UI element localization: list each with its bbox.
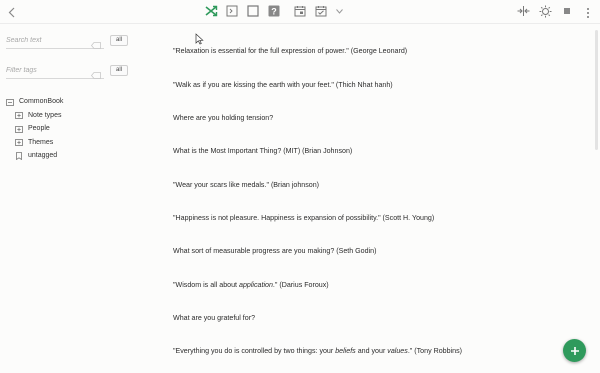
note-item[interactable]: "Everything you do is controlled by two …	[173, 347, 462, 355]
svg-text:?: ?	[271, 7, 277, 17]
shuffle-icon[interactable]	[204, 4, 218, 18]
folder-icon	[15, 112, 23, 120]
chevron-down-icon[interactable]	[335, 4, 343, 18]
note-emphasis: application	[239, 281, 273, 289]
scrollbar[interactable]	[595, 30, 598, 150]
folder-icon	[15, 139, 23, 147]
note-item[interactable]: Where are you holding tension?	[173, 114, 273, 122]
note-icon[interactable]	[225, 4, 239, 18]
split-view-icon[interactable]	[516, 4, 530, 18]
sidebar: all all CommonBook Note types People The…	[0, 25, 130, 373]
filter-row: all	[6, 65, 128, 79]
note-item[interactable]: "Happiness is not pleasure. Happiness is…	[173, 214, 434, 222]
note-item[interactable]: What is the Most Important Thing? (MIT) …	[173, 147, 352, 155]
stop-icon[interactable]	[560, 4, 574, 18]
tree-item-label: People	[28, 125, 50, 133]
clear-search-icon[interactable]	[90, 37, 101, 49]
filter-all-toggle[interactable]: all	[110, 65, 128, 76]
tree-item-untagged[interactable]: untagged	[6, 149, 126, 163]
folder-icon	[15, 125, 23, 133]
note-item[interactable]: What are you grateful for?	[173, 314, 255, 322]
tag-tree: CommonBook Note types People Themes unta…	[6, 95, 126, 163]
tree-item-label: Themes	[28, 138, 54, 146]
note-text: "Everything you do is controlled by two …	[173, 347, 336, 355]
note-item[interactable]: "Wisdom is all about application." (Dari…	[173, 281, 329, 289]
folder-icon	[6, 98, 14, 106]
note-text: and your	[355, 347, 388, 355]
calendar-icon[interactable]	[293, 4, 307, 18]
back-arrow-icon[interactable]	[5, 4, 17, 20]
tree-item-label: Note types	[28, 111, 62, 119]
note-emphasis: values	[387, 347, 408, 355]
page-icon[interactable]	[246, 4, 260, 18]
filter-tags-input[interactable]	[6, 65, 104, 79]
note-item[interactable]: "Relaxation is essential for the full ex…	[173, 47, 407, 55]
note-emphasis: beliefs	[335, 347, 356, 355]
brightness-icon[interactable]	[538, 4, 552, 18]
note-text: ." (Darius Foroux)	[272, 281, 329, 289]
plus-icon	[570, 346, 579, 355]
tree-item-label: CommonBook	[19, 98, 64, 106]
tree-item-people[interactable]: People	[6, 122, 126, 136]
note-item[interactable]: "Wear your scars like medals." (Brian jo…	[173, 181, 319, 189]
tree-item-root[interactable]: CommonBook	[6, 95, 126, 109]
note-item[interactable]: "Walk as if you are kissing the earth wi…	[173, 81, 393, 89]
add-note-button[interactable]	[563, 339, 586, 362]
clear-filter-icon[interactable]	[90, 67, 101, 79]
note-list: "Relaxation is essential for the full ex…	[160, 25, 590, 373]
calendar-check-icon[interactable]	[314, 4, 328, 18]
tree-item-themes[interactable]: Themes	[6, 136, 126, 150]
note-text: "Wisdom is all about	[173, 281, 239, 289]
more-icon[interactable]	[586, 6, 594, 18]
tag-icon	[16, 151, 22, 160]
top-toolbar: ?	[0, 0, 600, 24]
note-item[interactable]: What sort of measurable progress are you…	[173, 247, 376, 255]
note-text: ." (Tony Robbins)	[407, 347, 462, 355]
tree-item-label: untagged	[28, 152, 58, 160]
help-icon[interactable]: ?	[267, 4, 281, 18]
search-row: all	[6, 35, 128, 49]
search-input[interactable]	[6, 35, 104, 49]
tree-item-note-types[interactable]: Note types	[6, 109, 126, 123]
search-all-toggle[interactable]: all	[110, 35, 128, 46]
mouse-cursor-icon	[195, 32, 204, 45]
